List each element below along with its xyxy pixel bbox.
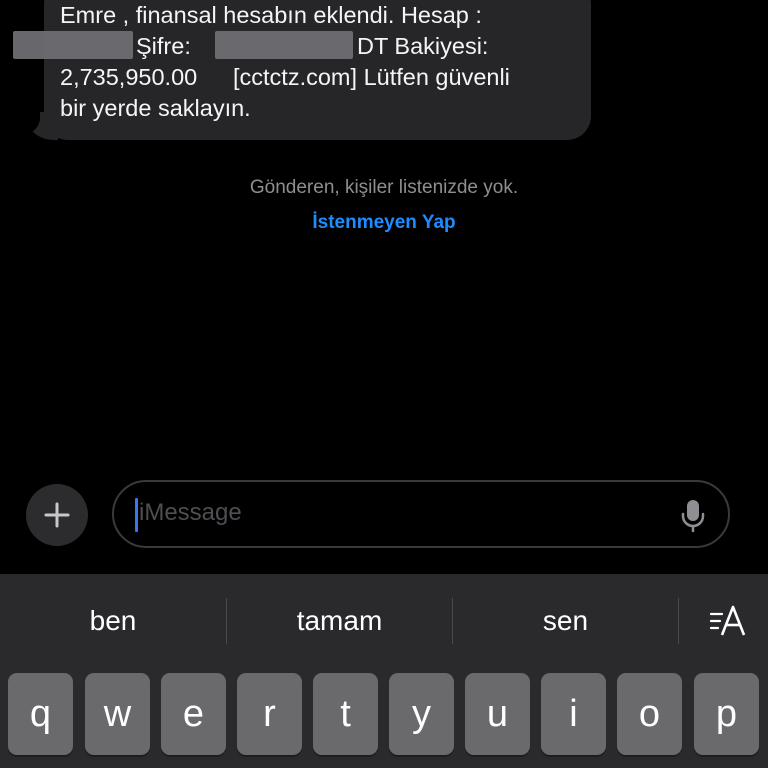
key-i[interactable]: i bbox=[541, 673, 606, 755]
microphone-icon[interactable] bbox=[680, 499, 706, 533]
message-password-label: Şifre: bbox=[136, 33, 191, 59]
text-format-icon bbox=[709, 605, 746, 636]
message-site-text: [cctctz.com] Lütfen güvenli bbox=[233, 64, 510, 90]
key-r[interactable]: r bbox=[237, 673, 302, 755]
text-caret bbox=[135, 498, 138, 532]
redacted-password bbox=[215, 31, 353, 59]
suggestion-bar: ben tamam sen bbox=[0, 574, 768, 668]
key-u[interactable]: u bbox=[465, 673, 530, 755]
message-input[interactable]: iMessage bbox=[112, 480, 730, 548]
key-q[interactable]: q bbox=[8, 673, 73, 755]
apps-button[interactable] bbox=[26, 484, 88, 546]
key-e[interactable]: e bbox=[161, 673, 226, 755]
key-o[interactable]: o bbox=[617, 673, 682, 755]
message-line-1: Emre , finansal hesabın eklendi. Hesap : bbox=[60, 2, 482, 28]
key-y[interactable]: y bbox=[389, 673, 454, 755]
text-format-button[interactable] bbox=[690, 574, 768, 668]
key-w[interactable]: w bbox=[85, 673, 150, 755]
redacted-account bbox=[13, 31, 133, 59]
key-p[interactable]: p bbox=[694, 673, 759, 755]
suggestion-1[interactable]: ben bbox=[0, 574, 226, 668]
unknown-sender-notice: Gönderen, kişiler listenizde yok. bbox=[249, 177, 519, 198]
suggestion-3[interactable]: sen bbox=[453, 574, 678, 668]
suggestion-2[interactable]: tamam bbox=[227, 574, 452, 668]
message-balance-amount: 2,735,950.00 bbox=[60, 64, 198, 90]
message-input-placeholder: iMessage bbox=[139, 499, 242, 526]
keyboard: ben tamam sen q w e r t y u i o p bbox=[0, 574, 768, 768]
suggestion-divider bbox=[678, 598, 679, 644]
key-t[interactable]: t bbox=[313, 673, 378, 755]
report-junk-link[interactable]: İstenmeyen Yap bbox=[0, 212, 768, 234]
message-line-4: bir yerde saklayın. bbox=[60, 95, 251, 121]
message-balance-label: DT Bakiyesi: bbox=[357, 33, 489, 59]
plus-icon bbox=[44, 502, 70, 528]
